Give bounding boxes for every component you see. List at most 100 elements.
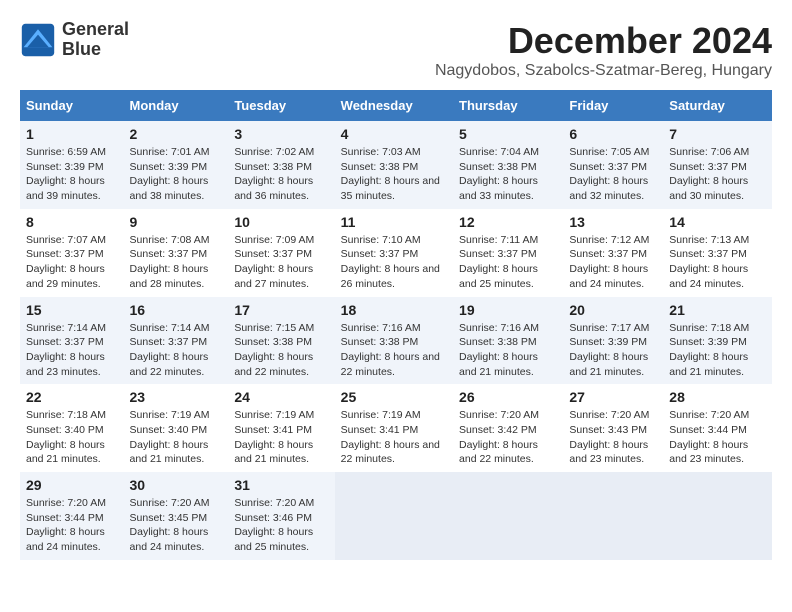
sunset-label: Sunset: 3:45 PM [130,512,208,524]
day-number: 24 [234,389,328,405]
table-row: 18 Sunrise: 7:16 AM Sunset: 3:38 PM Dayl… [335,297,453,385]
daylight-label: Daylight: 8 hours and 21 minutes. [130,439,209,466]
sunrise-label: Sunrise: 7:13 AM [669,234,749,246]
sunset-label: Sunset: 3:43 PM [569,424,647,436]
sunset-label: Sunset: 3:37 PM [459,248,537,260]
daylight-label: Daylight: 8 hours and 29 minutes. [26,263,105,290]
sunset-label: Sunset: 3:37 PM [234,248,312,260]
logo-icon [20,22,56,58]
table-row [663,472,772,560]
sunset-label: Sunset: 3:40 PM [26,424,104,436]
calendar-week-row: 1 Sunrise: 6:59 AM Sunset: 3:39 PM Dayli… [20,121,772,209]
sunrise-label: Sunrise: 7:19 AM [234,409,314,421]
day-info: Sunrise: 7:20 AM Sunset: 3:46 PM Dayligh… [234,496,328,555]
table-row: 1 Sunrise: 6:59 AM Sunset: 3:39 PM Dayli… [20,121,124,209]
daylight-label: Daylight: 8 hours and 23 minutes. [669,439,748,466]
daylight-label: Daylight: 8 hours and 23 minutes. [569,439,648,466]
day-info: Sunrise: 7:20 AM Sunset: 3:45 PM Dayligh… [130,496,223,555]
table-row: 21 Sunrise: 7:18 AM Sunset: 3:39 PM Dayl… [663,297,772,385]
day-number: 1 [26,126,118,142]
day-info: Sunrise: 7:14 AM Sunset: 3:37 PM Dayligh… [130,321,223,380]
table-row: 3 Sunrise: 7:02 AM Sunset: 3:38 PM Dayli… [228,121,334,209]
calendar-table: Sunday Monday Tuesday Wednesday Thursday… [20,90,772,560]
daylight-label: Daylight: 8 hours and 24 minutes. [130,526,209,553]
daylight-label: Daylight: 8 hours and 22 minutes. [459,439,538,466]
day-number: 9 [130,214,223,230]
daylight-label: Daylight: 8 hours and 30 minutes. [669,175,748,202]
table-row: 7 Sunrise: 7:06 AM Sunset: 3:37 PM Dayli… [663,121,772,209]
sunset-label: Sunset: 3:38 PM [459,336,537,348]
day-info: Sunrise: 7:11 AM Sunset: 3:37 PM Dayligh… [459,233,557,292]
table-row: 17 Sunrise: 7:15 AM Sunset: 3:38 PM Dayl… [228,297,334,385]
sunset-label: Sunset: 3:37 PM [569,248,647,260]
daylight-label: Daylight: 8 hours and 24 minutes. [569,263,648,290]
table-row: 6 Sunrise: 7:05 AM Sunset: 3:37 PM Dayli… [563,121,663,209]
daylight-label: Daylight: 8 hours and 39 minutes. [26,175,105,202]
table-row [335,472,453,560]
daylight-label: Daylight: 8 hours and 21 minutes. [26,439,105,466]
day-info: Sunrise: 7:02 AM Sunset: 3:38 PM Dayligh… [234,145,328,204]
sunset-label: Sunset: 3:37 PM [26,336,104,348]
day-number: 2 [130,126,223,142]
sunset-label: Sunset: 3:38 PM [234,161,312,173]
sunrise-label: Sunrise: 7:04 AM [459,146,539,158]
day-number: 29 [26,477,118,493]
day-info: Sunrise: 7:09 AM Sunset: 3:37 PM Dayligh… [234,233,328,292]
col-wednesday: Wednesday [335,90,453,121]
sunset-label: Sunset: 3:40 PM [130,424,208,436]
daylight-label: Daylight: 8 hours and 21 minutes. [669,351,748,378]
daylight-label: Daylight: 8 hours and 24 minutes. [26,526,105,553]
sunrise-label: Sunrise: 7:09 AM [234,234,314,246]
day-number: 31 [234,477,328,493]
day-number: 19 [459,302,557,318]
daylight-label: Daylight: 8 hours and 21 minutes. [569,351,648,378]
sunrise-label: Sunrise: 7:01 AM [130,146,210,158]
day-info: Sunrise: 7:20 AM Sunset: 3:42 PM Dayligh… [459,408,557,467]
sunrise-label: Sunrise: 7:19 AM [130,409,210,421]
day-number: 22 [26,389,118,405]
table-row [453,472,563,560]
day-info: Sunrise: 7:05 AM Sunset: 3:37 PM Dayligh… [569,145,657,204]
title-section: December 2024 Nagydobos, Szabolcs-Szatma… [435,20,772,80]
day-info: Sunrise: 7:20 AM Sunset: 3:43 PM Dayligh… [569,408,657,467]
sunset-label: Sunset: 3:38 PM [341,336,419,348]
day-number: 20 [569,302,657,318]
day-number: 5 [459,126,557,142]
sunrise-label: Sunrise: 7:14 AM [26,322,106,334]
day-info: Sunrise: 7:20 AM Sunset: 3:44 PM Dayligh… [26,496,118,555]
subtitle: Nagydobos, Szabolcs-Szatmar-Bereg, Hunga… [435,62,772,80]
daylight-label: Daylight: 8 hours and 26 minutes. [341,263,440,290]
table-row: 11 Sunrise: 7:10 AM Sunset: 3:37 PM Dayl… [335,209,453,297]
day-info: Sunrise: 7:01 AM Sunset: 3:39 PM Dayligh… [130,145,223,204]
daylight-label: Daylight: 8 hours and 35 minutes. [341,175,440,202]
daylight-label: Daylight: 8 hours and 25 minutes. [234,526,313,553]
sunrise-label: Sunrise: 7:17 AM [569,322,649,334]
table-row: 25 Sunrise: 7:19 AM Sunset: 3:41 PM Dayl… [335,384,453,472]
header: General Blue December 2024 Nagydobos, Sz… [20,20,772,80]
day-info: Sunrise: 7:18 AM Sunset: 3:40 PM Dayligh… [26,408,118,467]
daylight-label: Daylight: 8 hours and 33 minutes. [459,175,538,202]
table-row: 8 Sunrise: 7:07 AM Sunset: 3:37 PM Dayli… [20,209,124,297]
sunrise-label: Sunrise: 7:12 AM [569,234,649,246]
daylight-label: Daylight: 8 hours and 21 minutes. [459,351,538,378]
sunrise-label: Sunrise: 7:03 AM [341,146,421,158]
sunset-label: Sunset: 3:37 PM [341,248,419,260]
day-number: 18 [341,302,447,318]
sunrise-label: Sunrise: 7:16 AM [341,322,421,334]
table-row: 22 Sunrise: 7:18 AM Sunset: 3:40 PM Dayl… [20,384,124,472]
daylight-label: Daylight: 8 hours and 22 minutes. [130,351,209,378]
calendar-week-row: 15 Sunrise: 7:14 AM Sunset: 3:37 PM Dayl… [20,297,772,385]
daylight-label: Daylight: 8 hours and 32 minutes. [569,175,648,202]
day-number: 25 [341,389,447,405]
day-number: 26 [459,389,557,405]
day-info: Sunrise: 7:16 AM Sunset: 3:38 PM Dayligh… [459,321,557,380]
sunset-label: Sunset: 3:39 PM [669,336,747,348]
table-row: 26 Sunrise: 7:20 AM Sunset: 3:42 PM Dayl… [453,384,563,472]
day-number: 13 [569,214,657,230]
sunset-label: Sunset: 3:37 PM [569,161,647,173]
sunrise-label: Sunrise: 6:59 AM [26,146,106,158]
calendar-week-row: 22 Sunrise: 7:18 AM Sunset: 3:40 PM Dayl… [20,384,772,472]
sunrise-label: Sunrise: 7:15 AM [234,322,314,334]
day-number: 6 [569,126,657,142]
sunrise-label: Sunrise: 7:07 AM [26,234,106,246]
